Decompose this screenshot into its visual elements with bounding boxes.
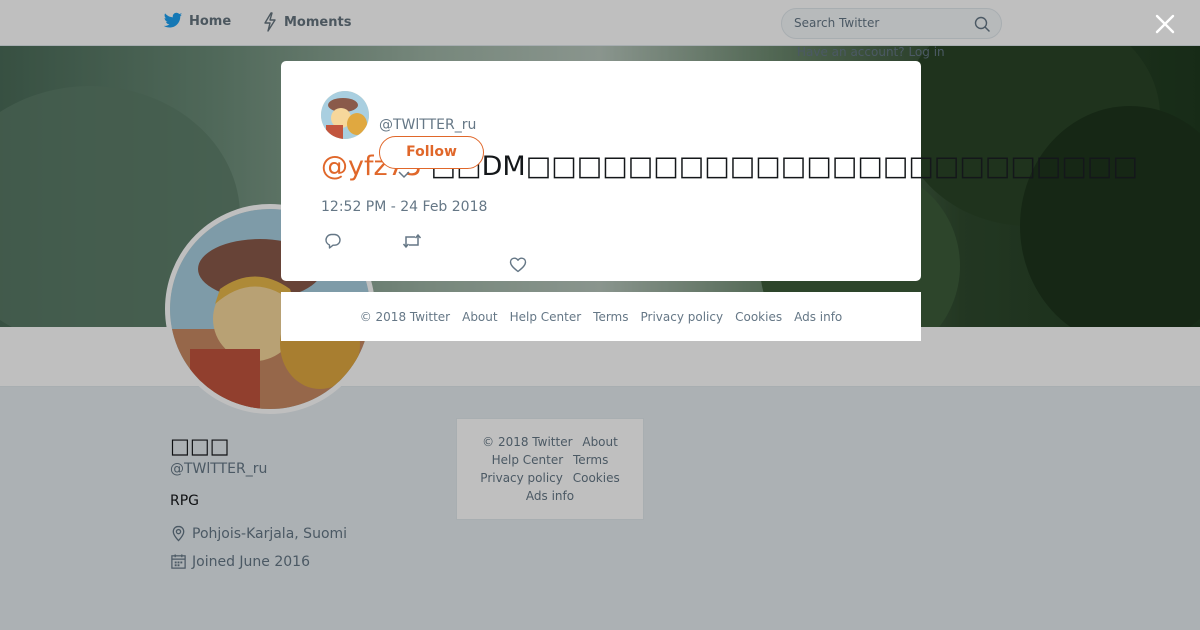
- retweet-icon[interactable]: [402, 232, 422, 250]
- tweet-author-handle[interactable]: @TWlTTER_ru: [379, 117, 476, 133]
- reply-icon[interactable]: [324, 232, 342, 250]
- tweet-timestamp[interactable]: 12:52 PM - 24 Feb 2018: [321, 199, 487, 215]
- modal-footer-help-center[interactable]: Help Center: [510, 310, 582, 324]
- chevron-down-icon[interactable]: [398, 170, 410, 180]
- modal-footer-privacy[interactable]: Privacy policy: [641, 310, 724, 324]
- tweet-body: □□DM□□□□□□□□□□□□□□□□□□□□□□□□: [422, 151, 1138, 182]
- modal-footer-about[interactable]: About: [462, 310, 497, 324]
- modal-footer: © 2018 Twitter About Help Center Terms P…: [281, 292, 921, 341]
- follow-button[interactable]: Follow: [379, 136, 484, 169]
- modal-footer-ads-info[interactable]: Ads info: [794, 310, 842, 324]
- modal-footer-cookies[interactable]: Cookies: [735, 310, 782, 324]
- heart-icon[interactable]: [509, 256, 527, 274]
- tweet-author-avatar[interactable]: [321, 91, 369, 139]
- modal-footer-terms[interactable]: Terms: [593, 310, 628, 324]
- close-icon[interactable]: [1154, 13, 1176, 35]
- modal-footer-copyright: © 2018 Twitter: [359, 309, 451, 324]
- tweet-modal: @TWlTTER_ru Follow @yfz75 □□DM□□□□□□□□□□…: [281, 61, 1138, 281]
- tweet-avatar-illustration: [321, 91, 369, 139]
